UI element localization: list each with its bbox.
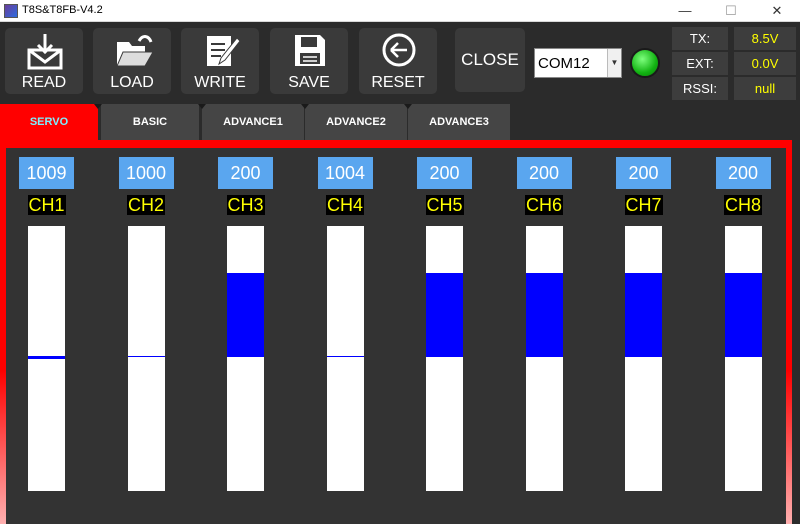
read-label: READ (21, 74, 67, 91)
channel-bar (127, 226, 165, 491)
ext-value: 0.0V (734, 52, 796, 75)
rssi-label: RSSI: (672, 77, 728, 100)
tab-advance2[interactable]: ADVANCE2 (305, 104, 407, 140)
rssi-value: null (734, 77, 796, 100)
write-icon (207, 36, 241, 66)
channel-value: 200 (616, 157, 671, 189)
status-panel: TX: 8.5V EXT: 0.0V RSSI: null (672, 27, 798, 102)
servo-panel-inner (6, 148, 786, 524)
tab-marker-icon (404, 104, 412, 109)
channel-bar-fill (625, 273, 662, 357)
tx-label: TX: (672, 27, 728, 50)
save-label: SAVE (288, 74, 330, 91)
write-label: WRITE (194, 74, 246, 91)
channel-label: CH4 (326, 195, 364, 215)
channel-value: 200 (516, 157, 572, 189)
channel-bar (28, 226, 65, 491)
title-bar: T8S&T8FB-V4.2 — ☐ ✕ (0, 0, 800, 22)
channel-label: CH7 (624, 195, 663, 215)
channel-value: 200 (715, 157, 771, 189)
channel-value: 1004 (317, 157, 373, 189)
channel-bar-fill (724, 273, 762, 357)
tab-basic[interactable]: BASIC (101, 104, 199, 140)
app-icon (4, 4, 18, 18)
channel-label: CH2 (127, 195, 165, 215)
channel-value: 1009 (19, 157, 74, 189)
write-button[interactable]: WRITE (181, 28, 259, 94)
load-label: LOAD (110, 74, 154, 91)
reset-label: RESET (371, 74, 425, 91)
tab-advance1[interactable]: ADVANCE1 (202, 104, 304, 140)
channel-label: CH3 (226, 195, 265, 215)
channel-bar-fill (28, 356, 65, 359)
chevron-down-icon[interactable]: ▼ (607, 49, 621, 77)
reset-button[interactable]: RESET (359, 28, 437, 94)
channel-value: 1000 (118, 157, 174, 189)
channel-bar (724, 226, 762, 491)
tab-bar: SERVO BASIC ADVANCE1 ADVANCE2 ADVANCE3 (0, 104, 800, 140)
read-icon (27, 34, 63, 70)
minimize-button[interactable]: — (662, 0, 708, 22)
window-title: T8S&T8FB-V4.2 (22, 4, 103, 16)
channel-label: CH8 (724, 195, 762, 215)
close-window-button[interactable]: ✕ (754, 0, 800, 22)
close-port-button[interactable]: CLOSE (455, 28, 525, 92)
maximize-button[interactable]: ☐ (708, 0, 754, 22)
tab-marker-icon (94, 104, 102, 109)
tab-advance3[interactable]: ADVANCE3 (408, 104, 510, 140)
com-port-value: COM12 (538, 55, 590, 72)
read-button[interactable]: READ (5, 28, 83, 94)
channel-bar-fill (227, 273, 264, 357)
tab-marker-icon (198, 104, 206, 109)
channel-bar (426, 226, 463, 491)
ext-label: EXT: (672, 52, 728, 75)
channel-bar (227, 226, 264, 491)
toolbar: READ LOAD WRITE SAVE RESET CLOSE COM12 ▼… (0, 22, 800, 104)
save-button[interactable]: SAVE (270, 28, 348, 94)
channel-bar-fill (426, 273, 463, 357)
tx-value: 8.5V (734, 27, 796, 50)
channel-bar-fill (127, 356, 165, 357)
servo-panel (0, 140, 792, 524)
channel-label: CH5 (425, 195, 464, 215)
channel-bar-fill (326, 356, 364, 357)
load-button[interactable]: LOAD (93, 28, 171, 94)
floppy-disk-icon (295, 35, 325, 66)
tab-marker-icon (301, 104, 309, 109)
com-port-select[interactable]: COM12 ▼ (534, 48, 622, 78)
channel-label: CH1 (27, 195, 66, 215)
channel-bar-fill (525, 273, 563, 357)
channel-bar (525, 226, 563, 491)
folder-open-icon (116, 35, 154, 67)
channel-bar (625, 226, 662, 491)
connection-status-led-icon (630, 48, 660, 78)
tab-servo[interactable]: SERVO (0, 104, 98, 140)
reset-icon (382, 33, 416, 67)
channel-value: 200 (218, 157, 273, 189)
channel-label: CH6 (525, 195, 563, 215)
channel-bar (326, 226, 364, 491)
channel-value: 200 (417, 157, 472, 189)
